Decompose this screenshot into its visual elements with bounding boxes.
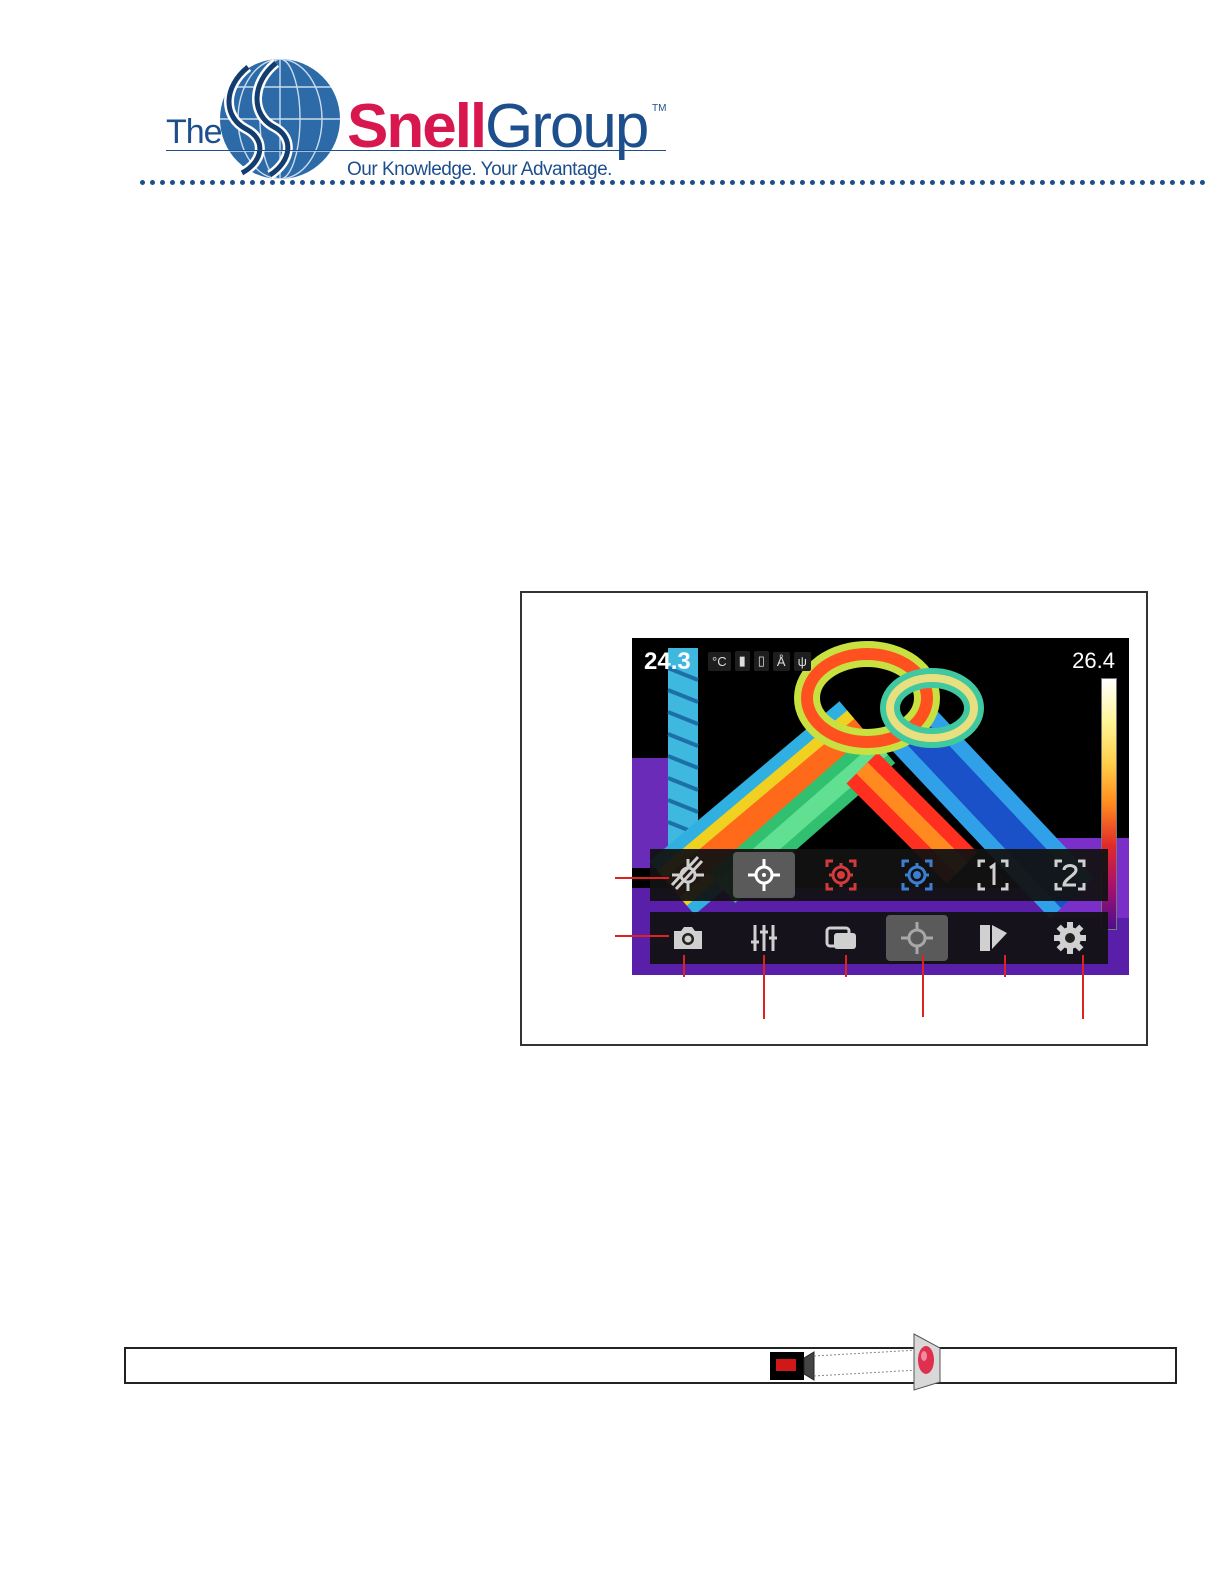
main-menu bbox=[650, 912, 1108, 964]
measurement-submenu bbox=[650, 849, 1108, 901]
callout-line-capture bbox=[615, 935, 669, 937]
header-dotted-divider bbox=[140, 180, 1206, 185]
bluetooth-icon: Å bbox=[772, 651, 790, 671]
image-mode-button[interactable] bbox=[810, 915, 872, 961]
image-mode-icon bbox=[825, 926, 856, 949]
palette-button[interactable] bbox=[962, 915, 1024, 961]
logo-the-text: The bbox=[166, 113, 223, 151]
callout-line-capture-below bbox=[683, 955, 685, 977]
settings-button[interactable] bbox=[1039, 915, 1101, 961]
center-spot-button[interactable] bbox=[733, 852, 796, 898]
footer-camera-target-graphic bbox=[770, 1333, 941, 1391]
usb-icon: ψ bbox=[793, 651, 811, 671]
hot-spot-icon bbox=[825, 859, 857, 891]
sliders-icon bbox=[751, 925, 778, 951]
thermal-camera-screen: 24.3 °C ▮ ▯ Å ψ 26.4 bbox=[632, 638, 1129, 975]
footer-bar bbox=[124, 1347, 1177, 1384]
measurement-button[interactable] bbox=[886, 915, 949, 961]
user-spot-1-button[interactable] bbox=[962, 852, 1024, 898]
temperature-unit: °C bbox=[708, 651, 731, 671]
cold-spot-button[interactable] bbox=[886, 852, 948, 898]
camera-icon bbox=[674, 927, 703, 949]
sd-card-icon: ▯ bbox=[753, 651, 769, 671]
measurement-off-icon bbox=[671, 855, 705, 891]
hot-spot-button[interactable] bbox=[810, 852, 872, 898]
capture-button[interactable] bbox=[657, 915, 719, 961]
logo-snell-text: Snell bbox=[347, 92, 487, 161]
logo-tagline: Our Knowledge. Your Advantage. bbox=[347, 159, 612, 180]
current-temperature: 24.3 bbox=[644, 648, 691, 675]
measurement-icon bbox=[901, 922, 934, 954]
callout-line-image-mode bbox=[845, 955, 847, 977]
callout-line-adjustments bbox=[763, 955, 765, 1019]
max-temperature: 26.4 bbox=[1072, 648, 1115, 673]
callout-line-palette bbox=[1004, 955, 1006, 977]
callout-line-measurement-off bbox=[615, 877, 669, 879]
logo-group-text: Group bbox=[485, 92, 649, 161]
cold-spot-icon bbox=[901, 859, 933, 891]
logo-rule bbox=[166, 150, 666, 151]
callout-line-settings bbox=[1082, 955, 1084, 1019]
measurement-off-button[interactable] bbox=[657, 852, 719, 898]
battery-icon: ▮ bbox=[734, 651, 750, 671]
user-spot-2-button[interactable] bbox=[1039, 852, 1101, 898]
palette-icon bbox=[980, 925, 1008, 951]
globe-logo-icon bbox=[220, 59, 340, 180]
settings-icon bbox=[1053, 922, 1086, 954]
user-spot-1-icon bbox=[977, 859, 1009, 891]
status-bar: °C ▮ ▯ Å ψ bbox=[708, 650, 811, 672]
callout-line-measurement bbox=[922, 955, 924, 1017]
user-spot-2-icon bbox=[1054, 859, 1086, 891]
snell-group-logo: The Snell Group TM Our Knowledge. Your A… bbox=[160, 55, 680, 185]
center-spot-icon bbox=[748, 859, 781, 891]
logo-trademark: TM bbox=[652, 103, 667, 114]
